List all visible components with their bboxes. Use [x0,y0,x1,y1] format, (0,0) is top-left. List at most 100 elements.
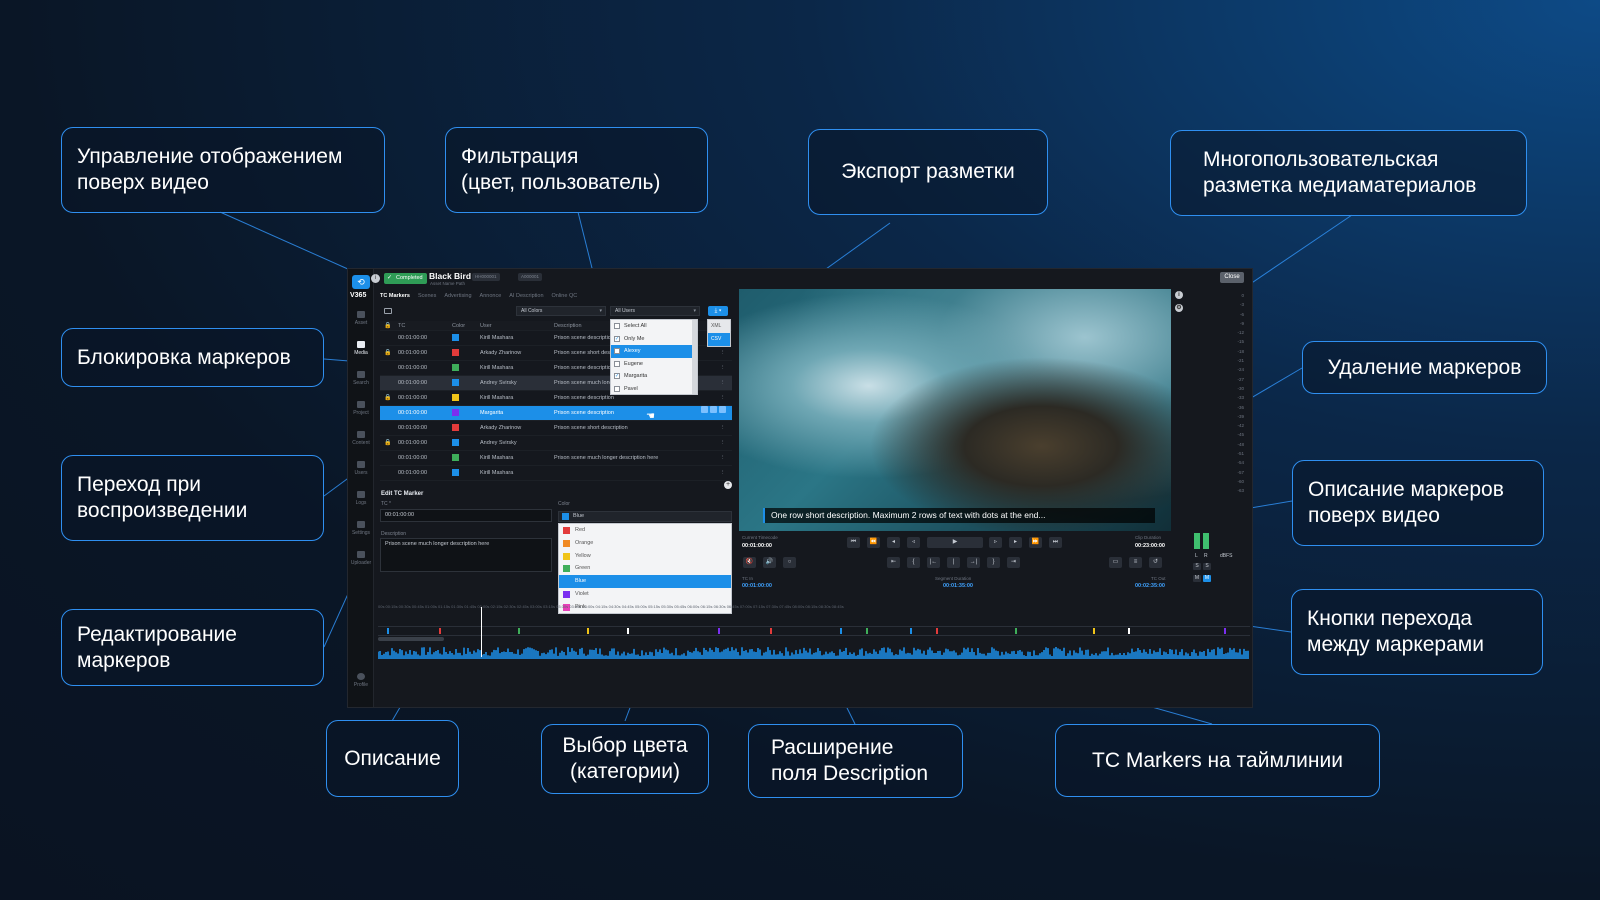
loop-icon[interactable]: ○ [783,557,796,568]
table-row[interactable]: 00:01:00:00 Arkady Zharinow Prison scene s… [380,421,732,436]
row-more-icon[interactable]: ⋮ [720,376,726,391]
rail-item-logs[interactable]: Logs [348,491,374,506]
app-logo-icon[interactable]: ⟲ [352,275,370,289]
tc-input[interactable]: 00:01:00:00 [380,509,552,522]
mute-left-button[interactable]: M [1193,575,1201,582]
audio-tracks-icon[interactable]: ≡ [1129,557,1142,568]
copy-icon[interactable] [710,406,717,413]
tab-online-qc[interactable]: Online QC [552,293,578,303]
row-more-icon[interactable]: ⋮ [720,451,726,466]
timeline-marker[interactable] [627,628,629,634]
overlay-settings-icon[interactable]: ⚙ [1175,304,1183,312]
fast-forward-icon[interactable]: ⏩ [1029,537,1042,548]
color-option-green[interactable]: Green [559,562,731,575]
timeline-marker[interactable] [1093,628,1095,634]
clear-marks-icon[interactable]: | [947,557,960,568]
table-row[interactable]: 00:01:00:00 Margarita Prison scene descrip… [380,406,732,421]
color-filter-select[interactable]: All Colors [516,306,606,316]
timeline-marker[interactable] [840,628,842,634]
timeline-marker[interactable] [1015,628,1017,634]
checkbox[interactable] [614,323,620,329]
rail-item-users[interactable]: Users [348,461,374,476]
timeline-marker[interactable] [936,628,938,634]
color-option-blue[interactable]: Blue [559,575,731,588]
user-filter-select[interactable]: All Users [610,306,700,316]
lock-icon[interactable]: 🔒 [384,346,392,361]
go-to-in-icon[interactable]: ⇤ [887,557,900,568]
lock-header-icon[interactable]: 🔒 [384,321,392,331]
table-row[interactable]: 00:01:00:00 Kirill Mashara Prison scene mu… [380,451,732,466]
skip-end-icon[interactable]: ⏭ [1049,537,1062,548]
user-option-margarita[interactable]: ✓ Margarita [611,370,697,383]
timeline-marker[interactable] [518,628,520,634]
rail-item-media[interactable]: Media [348,341,374,356]
play-button[interactable]: ▶ [927,537,983,548]
next-marker-icon[interactable]: ▸ [1009,537,1022,548]
timeline-marker[interactable] [587,628,589,634]
col-color[interactable]: Color [452,321,476,331]
close-button[interactable]: Close [1220,272,1244,283]
rail-item-settings[interactable]: Settings [348,521,374,536]
rail-item-profile[interactable]: Profile [348,673,374,688]
user-option-pavel[interactable]: Pavel [611,383,697,396]
step-forward-icon[interactable]: ▹ [989,537,1002,548]
tab-tc-markers[interactable]: TC Markers [380,293,410,303]
user-option-eugene[interactable]: Eugene [611,358,697,371]
row-more-icon[interactable]: ⋮ [720,361,726,376]
rail-item-project[interactable]: Project [348,401,374,416]
color-option-yellow[interactable]: Yellow [559,550,731,563]
delete-icon[interactable] [701,406,708,413]
playhead[interactable] [481,607,482,657]
mute-icon[interactable]: 🔇 [743,557,756,568]
lock-icon[interactable]: 🔒 [384,436,392,451]
rail-item-uploader[interactable]: Uploader [348,551,374,566]
skip-start-icon[interactable]: ⏮ [847,537,860,548]
prev-in-icon[interactable]: |← [927,557,940,568]
col-user[interactable]: User [480,321,550,331]
mark-in-icon[interactable]: { [907,557,920,568]
volume-icon[interactable]: 🔊 [763,557,776,568]
rail-item-search[interactable]: Search [348,371,374,386]
tab-advertising[interactable]: Advertising [444,293,471,303]
timeline-marker[interactable] [770,628,772,634]
tab-scenes[interactable]: Scenes [418,293,436,303]
solo-right-button[interactable]: S [1203,563,1211,570]
timeline-marker[interactable] [387,628,389,634]
marker-track[interactable] [378,626,1250,636]
checkbox[interactable] [614,360,620,367]
color-select[interactable]: Blue [558,511,732,522]
row-more-icon[interactable]: ⋮ [720,421,726,436]
checkbox[interactable]: ✓ [614,335,620,342]
rail-item-asset[interactable]: Asset [348,311,374,326]
prev-marker-icon[interactable]: ◂ [887,537,900,548]
user-option-only-me[interactable]: ✓ Only Me [611,333,697,346]
timeline-marker[interactable] [866,628,868,634]
description-textarea[interactable]: Prison scene much longer description her… [380,538,552,572]
more-icon[interactable] [719,406,726,413]
table-row[interactable]: 🔒 00:01:00:00 Andrey Svirsky ⋮ [380,436,732,451]
timeline-marker[interactable] [1128,628,1130,634]
col-tc[interactable]: TC [398,321,442,331]
color-option-orange[interactable]: Orange [559,537,731,550]
table-row[interactable]: 00:01:00:00 Kirill Mashara ⋮ [380,466,732,481]
subtitles-icon[interactable]: ▭ [1109,557,1122,568]
color-option-red[interactable]: Red [559,524,731,537]
step-back-icon[interactable]: ◃ [907,537,920,548]
reset-icon[interactable]: ↺ [1149,557,1162,568]
export-csv[interactable]: CSV [708,333,730,346]
row-more-icon[interactable]: ⋮ [720,466,726,481]
mute-right-button[interactable]: M [1203,575,1211,582]
checkbox[interactable] [614,348,620,354]
row-more-icon[interactable]: ⋮ [720,346,726,361]
row-more-icon[interactable]: ⋮ [720,391,726,406]
color-option-violet[interactable]: Violet [559,588,731,601]
info-icon[interactable]: i [371,274,380,283]
rewind-icon[interactable]: ⏪ [867,537,880,548]
tab-ai-description[interactable]: AI Description [509,293,543,303]
export-button[interactable]: ⤓ ▾ [708,306,728,316]
checkbox[interactable]: ✓ [614,373,620,379]
solo-left-button[interactable]: S [1193,563,1201,570]
user-option-alexey[interactable]: Alexey [611,345,697,358]
mark-out-icon[interactable]: } [987,557,1000,568]
checkbox[interactable] [614,385,620,392]
